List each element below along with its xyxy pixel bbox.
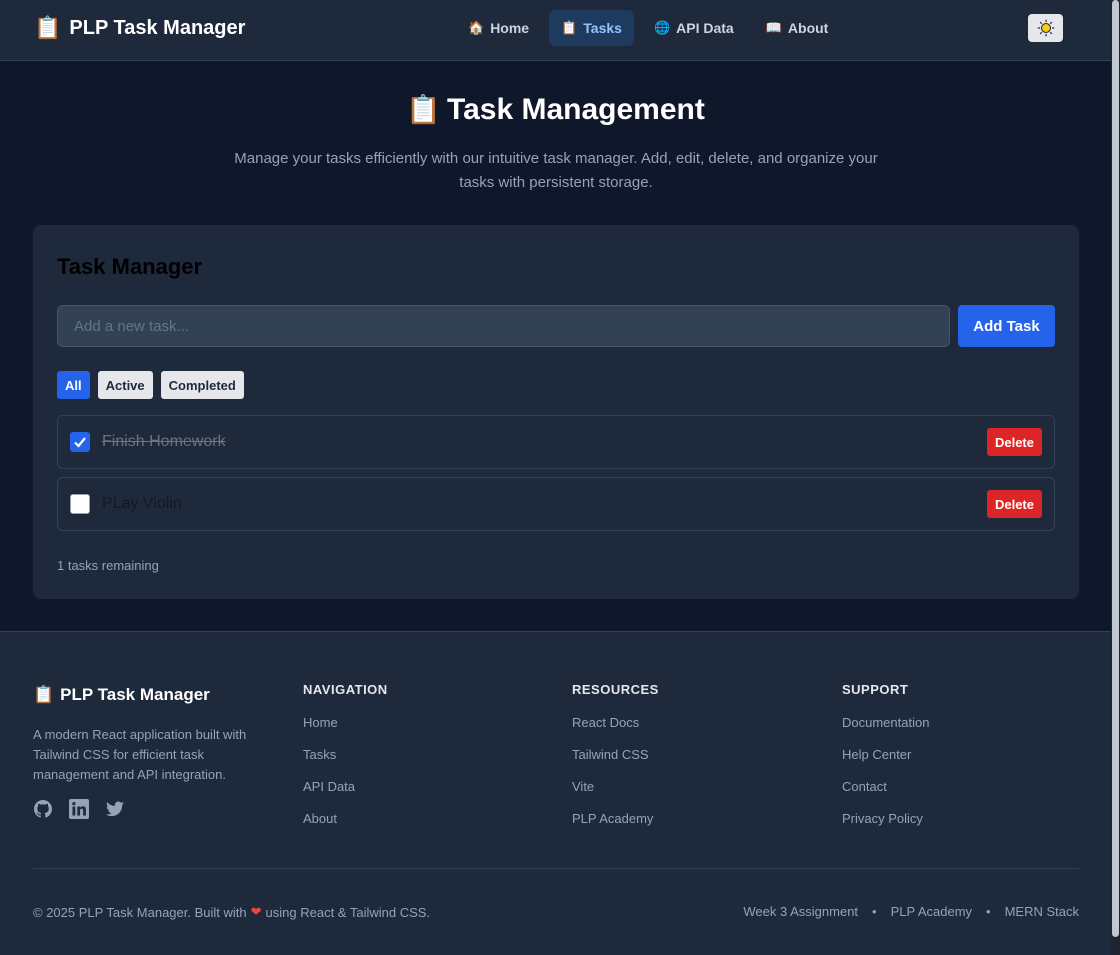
task-manager-card: Task Manager Add Task All Active Complet… bbox=[33, 225, 1079, 599]
footer-column-heading: RESOURCES bbox=[572, 682, 659, 697]
social-links bbox=[33, 799, 125, 819]
github-icon[interactable] bbox=[33, 799, 53, 819]
home-icon: 🏠 bbox=[468, 20, 485, 35]
delete-task-button[interactable]: Delete bbox=[986, 428, 1042, 456]
new-task-input[interactable] bbox=[57, 305, 950, 347]
footer-link-contact[interactable]: Contact bbox=[842, 780, 929, 812]
nav-link-home[interactable]: 🏠 Home bbox=[456, 10, 541, 46]
copyright-prefix: © 2025 PLP Task Manager. Built with bbox=[33, 904, 247, 920]
delete-task-button[interactable]: Delete bbox=[986, 490, 1042, 518]
filter-completed-button[interactable]: Completed bbox=[160, 371, 244, 399]
task-text[interactable]: Finish Homework bbox=[102, 433, 226, 451]
copyright: © 2025 PLP Task Manager. Built with ❤ us… bbox=[33, 904, 430, 920]
check-icon bbox=[74, 437, 86, 448]
task-checkbox[interactable] bbox=[70, 494, 90, 514]
task-item: PLay Violin Delete bbox=[57, 477, 1055, 531]
linkedin-icon[interactable] bbox=[69, 799, 89, 819]
nav-link-tasks[interactable]: 📋 Tasks bbox=[549, 10, 634, 46]
footer-brand-title: PLP Task Manager bbox=[60, 685, 210, 704]
book-icon: 📖 bbox=[765, 20, 782, 35]
main-content: 📋 Task Management Manage your tasks effic… bbox=[0, 61, 1111, 631]
footer-column-support: SUPPORT Documentation Help Center Contac… bbox=[842, 682, 929, 844]
brand[interactable]: 📋 PLP Task Manager bbox=[34, 15, 245, 41]
brand-title: PLP Task Manager bbox=[69, 16, 246, 39]
footer-bottom-link-mern-stack[interactable]: MERN Stack bbox=[1005, 904, 1079, 919]
clipboard-icon: 📋 bbox=[561, 20, 578, 35]
footer-bottom-link-plp-academy[interactable]: PLP Academy bbox=[891, 904, 972, 919]
footer-column-heading: SUPPORT bbox=[842, 682, 909, 697]
footer-brand: 📋 PLP Task Manager bbox=[33, 685, 210, 705]
nav-links: 🏠 Home 📋 Tasks 🌐 API Data 📖 About bbox=[456, 10, 840, 46]
globe-icon: 🌐 bbox=[653, 20, 671, 35]
footer-column-navigation: NAVIGATION Home Tasks API Data About bbox=[303, 682, 388, 844]
theme-toggle-button[interactable] bbox=[1028, 14, 1063, 42]
clipboard-icon: 📋 bbox=[34, 15, 62, 40]
footer-link-vite[interactable]: Vite bbox=[572, 780, 659, 812]
footer: 📋 PLP Task Manager A modern React applic… bbox=[0, 631, 1111, 955]
footer-link-tasks[interactable]: Tasks bbox=[303, 748, 388, 780]
nav-link-label: API Data bbox=[676, 20, 734, 36]
navbar: 📋 PLP Task Manager 🏠 Home 📋 Tasks 🌐 API … bbox=[0, 0, 1111, 61]
footer-link-privacy-policy[interactable]: Privacy Policy bbox=[842, 812, 929, 844]
task-checkbox[interactable] bbox=[70, 432, 90, 452]
filter-group: All Active Completed bbox=[57, 371, 244, 399]
nav-link-label: About bbox=[787, 20, 829, 36]
separator: • bbox=[872, 904, 877, 919]
page-subtitle: Manage your tasks efficiently with our i… bbox=[234, 150, 878, 191]
footer-link-plp-academy[interactable]: PLP Academy bbox=[572, 812, 659, 844]
footer-column-resources: RESOURCES React Docs Tailwind CSS Vite P… bbox=[572, 682, 659, 844]
footer-link-documentation[interactable]: Documentation bbox=[842, 716, 929, 748]
nav-link-label: Home bbox=[490, 20, 530, 36]
footer-link-home[interactable]: Home bbox=[303, 716, 388, 748]
nav-link-label: Tasks bbox=[583, 20, 622, 36]
task-text[interactable]: PLay Violin bbox=[102, 495, 182, 513]
footer-link-api-data[interactable]: API Data bbox=[303, 780, 388, 812]
filter-active-button[interactable]: Active bbox=[97, 371, 153, 399]
footer-divider bbox=[33, 868, 1079, 869]
footer-bottom-link-assignment[interactable]: Week 3 Assignment bbox=[743, 904, 858, 919]
footer-link-help-center[interactable]: Help Center bbox=[842, 748, 929, 780]
page-title-text: Task Management bbox=[447, 93, 705, 126]
copyright-suffix: using React & Tailwind CSS. bbox=[265, 904, 431, 920]
clipboard-icon: 📋 bbox=[406, 94, 441, 125]
footer-column-heading: NAVIGATION bbox=[303, 682, 388, 697]
nav-link-api-data[interactable]: 🌐 API Data bbox=[642, 10, 746, 46]
task-item: Finish Homework Delete bbox=[57, 415, 1055, 469]
footer-bottom-links: Week 3 Assignment • PLP Academy • MERN S… bbox=[743, 904, 1079, 919]
tasks-remaining-count: 1 tasks remaining bbox=[57, 558, 159, 573]
add-task-button[interactable]: Add Task bbox=[958, 305, 1055, 347]
sun-icon bbox=[1037, 19, 1054, 37]
filter-all-button[interactable]: All bbox=[57, 371, 90, 399]
footer-link-about[interactable]: About bbox=[303, 812, 388, 844]
scrollbar[interactable] bbox=[1111, 0, 1120, 955]
scrollbar-thumb[interactable] bbox=[1112, 0, 1119, 937]
footer-link-react-docs[interactable]: React Docs bbox=[572, 716, 659, 748]
page-title: 📋 Task Management bbox=[0, 93, 1111, 127]
page: 📋 PLP Task Manager 🏠 Home 📋 Tasks 🌐 API … bbox=[0, 0, 1111, 955]
twitter-icon[interactable] bbox=[105, 799, 125, 819]
separator: • bbox=[986, 904, 991, 919]
footer-description: A modern React application built with Ta… bbox=[33, 727, 247, 782]
clipboard-icon: 📋 bbox=[33, 685, 55, 704]
footer-link-tailwind-css[interactable]: Tailwind CSS bbox=[572, 748, 659, 780]
nav-link-about[interactable]: 📖 About bbox=[754, 10, 841, 46]
task-manager-title: Task Manager bbox=[57, 254, 203, 279]
heart-icon: ❤ bbox=[250, 904, 262, 919]
